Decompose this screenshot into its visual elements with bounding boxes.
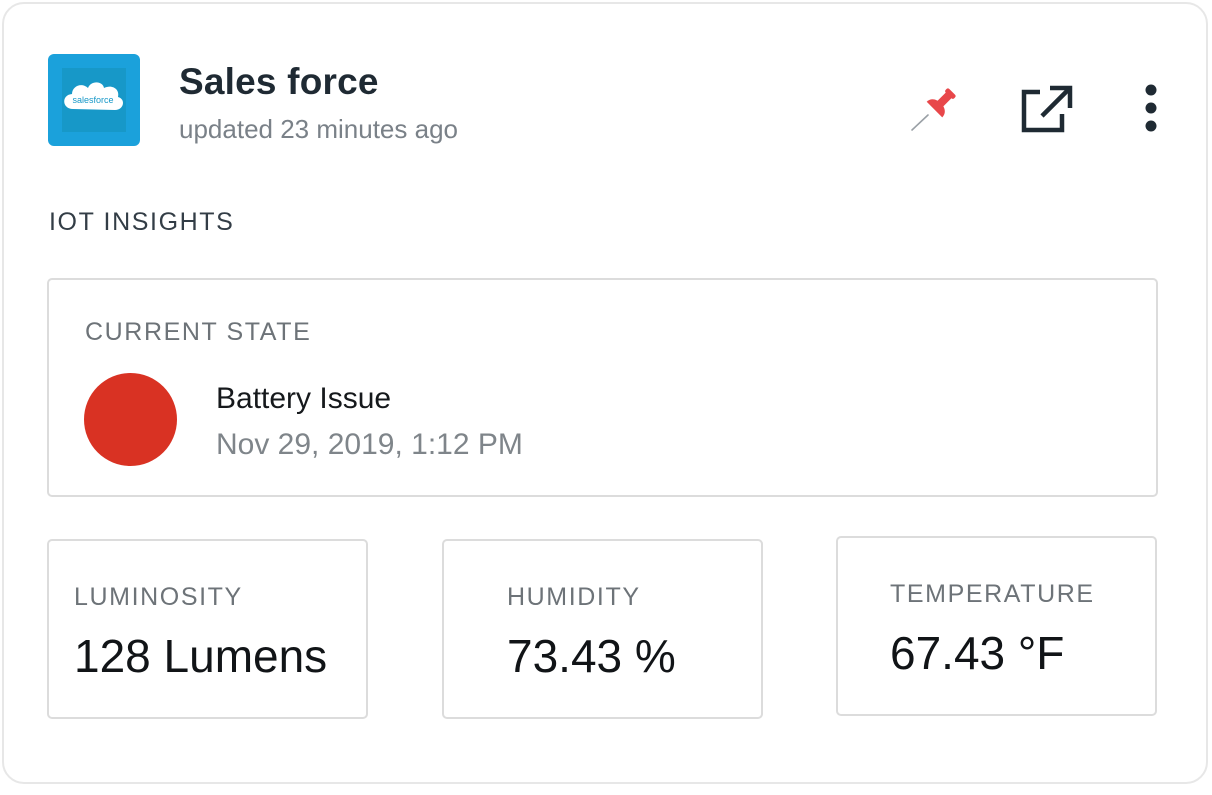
last-updated-text: updated 23 minutes ago [179, 114, 458, 144]
metric-value: 67.43 °F [890, 627, 1065, 679]
pin-icon [911, 88, 956, 131]
metric-label: TEMPERATURE [890, 580, 1095, 608]
metric-card-humidity: HUMIDITY 73.43 % [442, 539, 763, 719]
state-timestamp: Nov 29, 2019, 1:12 PM [216, 428, 523, 461]
external-link-icon [1021, 85, 1073, 133]
state-status-text: Battery Issue [216, 382, 392, 415]
current-state-panel: CURRENT STATE Battery Issue Nov 29, 2019… [47, 278, 1158, 497]
salesforce-logo-text: salesforce [72, 95, 113, 105]
open-external-button[interactable] [1020, 84, 1074, 134]
pin-button[interactable] [906, 84, 964, 136]
metric-card-luminosity: LUMINOSITY 128 Lumens [47, 539, 368, 719]
more-options-button[interactable] [1136, 84, 1166, 134]
metric-card-temperature: TEMPERATURE 67.43 °F [836, 536, 1157, 716]
metric-value: 128 Lumens [74, 630, 328, 682]
more-vertical-icon [1145, 84, 1157, 132]
current-state-label: CURRENT STATE [85, 318, 312, 346]
iot-widget-card: salesforce Sales force updated 23 minute… [2, 2, 1208, 784]
status-indicator-dot [84, 373, 177, 466]
metric-value: 73.43 % [507, 630, 676, 682]
app-title: Sales force [179, 61, 379, 102]
salesforce-logo: salesforce [48, 54, 140, 146]
metric-label: HUMIDITY [507, 583, 641, 611]
section-title: IOT INSIGHTS [49, 208, 235, 236]
metric-label: LUMINOSITY [74, 583, 243, 611]
